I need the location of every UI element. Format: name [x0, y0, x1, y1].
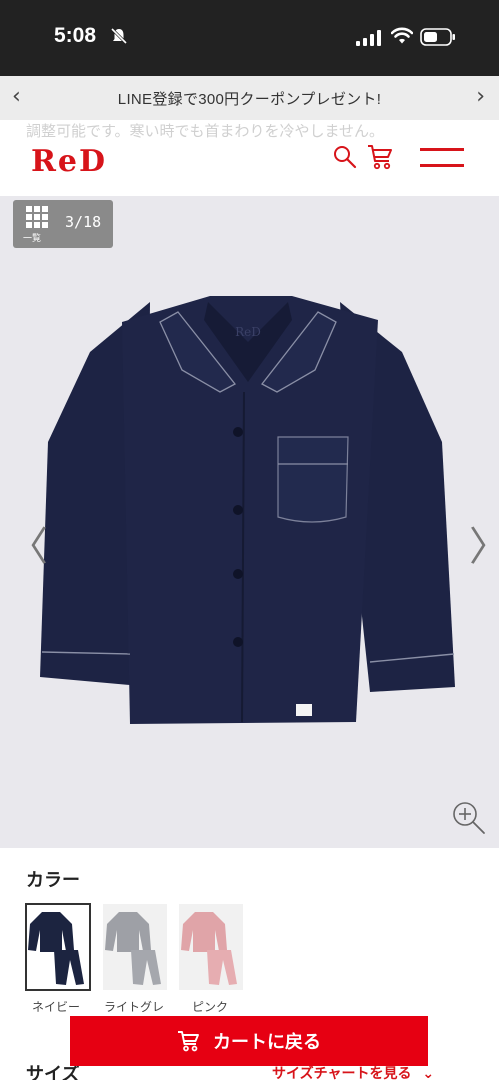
thumbnail-list-button[interactable]: 一覧 3/18 — [13, 200, 113, 248]
battery-icon — [420, 28, 455, 46]
promo-prev-button[interactable]: ‹ — [12, 84, 21, 109]
bell-muted-icon — [110, 27, 128, 45]
chevron-down-icon: ⌄ — [422, 1066, 435, 1080]
scrolled-description-text: 調整可能です。寒い時でも首まわりを冷やしません。 — [26, 122, 385, 140]
color-swatch-navy[interactable] — [25, 903, 91, 991]
image-counter: 3/18 — [65, 213, 102, 231]
back-to-cart-label: カートに戻る — [213, 1032, 321, 1053]
neck-label-logo: ReD — [235, 325, 261, 339]
gallery-next-button[interactable]: 〉 — [469, 514, 499, 572]
gallery-prev-button[interactable]: 〈 — [8, 514, 48, 572]
status-time: 5:08 — [54, 24, 97, 47]
promo-banner[interactable]: ‹ LINE登録で300円クーポンプレゼント! › — [0, 76, 499, 120]
product-image-pajama-shirt: ReD — [40, 296, 455, 724]
swatch-navy-image — [28, 912, 84, 985]
product-image-gallery[interactable]: ReD 一覧 3/18 〈 〉 — [0, 196, 499, 848]
hamburger-menu-icon[interactable] — [420, 148, 464, 168]
swatch-label-pink: ピンク — [192, 1000, 229, 1014]
zoom-in-icon[interactable] — [451, 800, 487, 836]
back-to-cart-button[interactable]: カートに戻る — [70, 1016, 428, 1066]
promo-next-button[interactable]: › — [476, 84, 485, 109]
grid-icon — [26, 206, 48, 228]
swatch-pink-image — [181, 912, 237, 985]
promo-text[interactable]: LINE登録で300円クーポンプレゼント! — [118, 88, 381, 109]
color-swatch-light-gray[interactable] — [103, 904, 167, 990]
search-icon[interactable] — [333, 145, 357, 169]
status-bar: 5:08 — [0, 0, 499, 76]
thumbnail-list-label: 一覧 — [23, 234, 42, 244]
swatch-label-navy: ネイビー — [32, 1000, 81, 1014]
brand-logo[interactable]: ReD — [31, 144, 107, 179]
size-chart-link-label[interactable]: サイズチャートを見る — [272, 1066, 411, 1080]
swatch-light-gray-image — [105, 912, 161, 985]
cart-icon — [178, 1031, 199, 1052]
cart-icon[interactable] — [366, 143, 394, 171]
cellular-signal-icon — [356, 30, 381, 46]
swatch-label-light-gray: ライトグレ — [104, 1000, 165, 1014]
wifi-icon — [391, 27, 413, 44]
color-swatch-pink[interactable] — [179, 904, 243, 990]
color-heading: カラー — [26, 870, 80, 891]
